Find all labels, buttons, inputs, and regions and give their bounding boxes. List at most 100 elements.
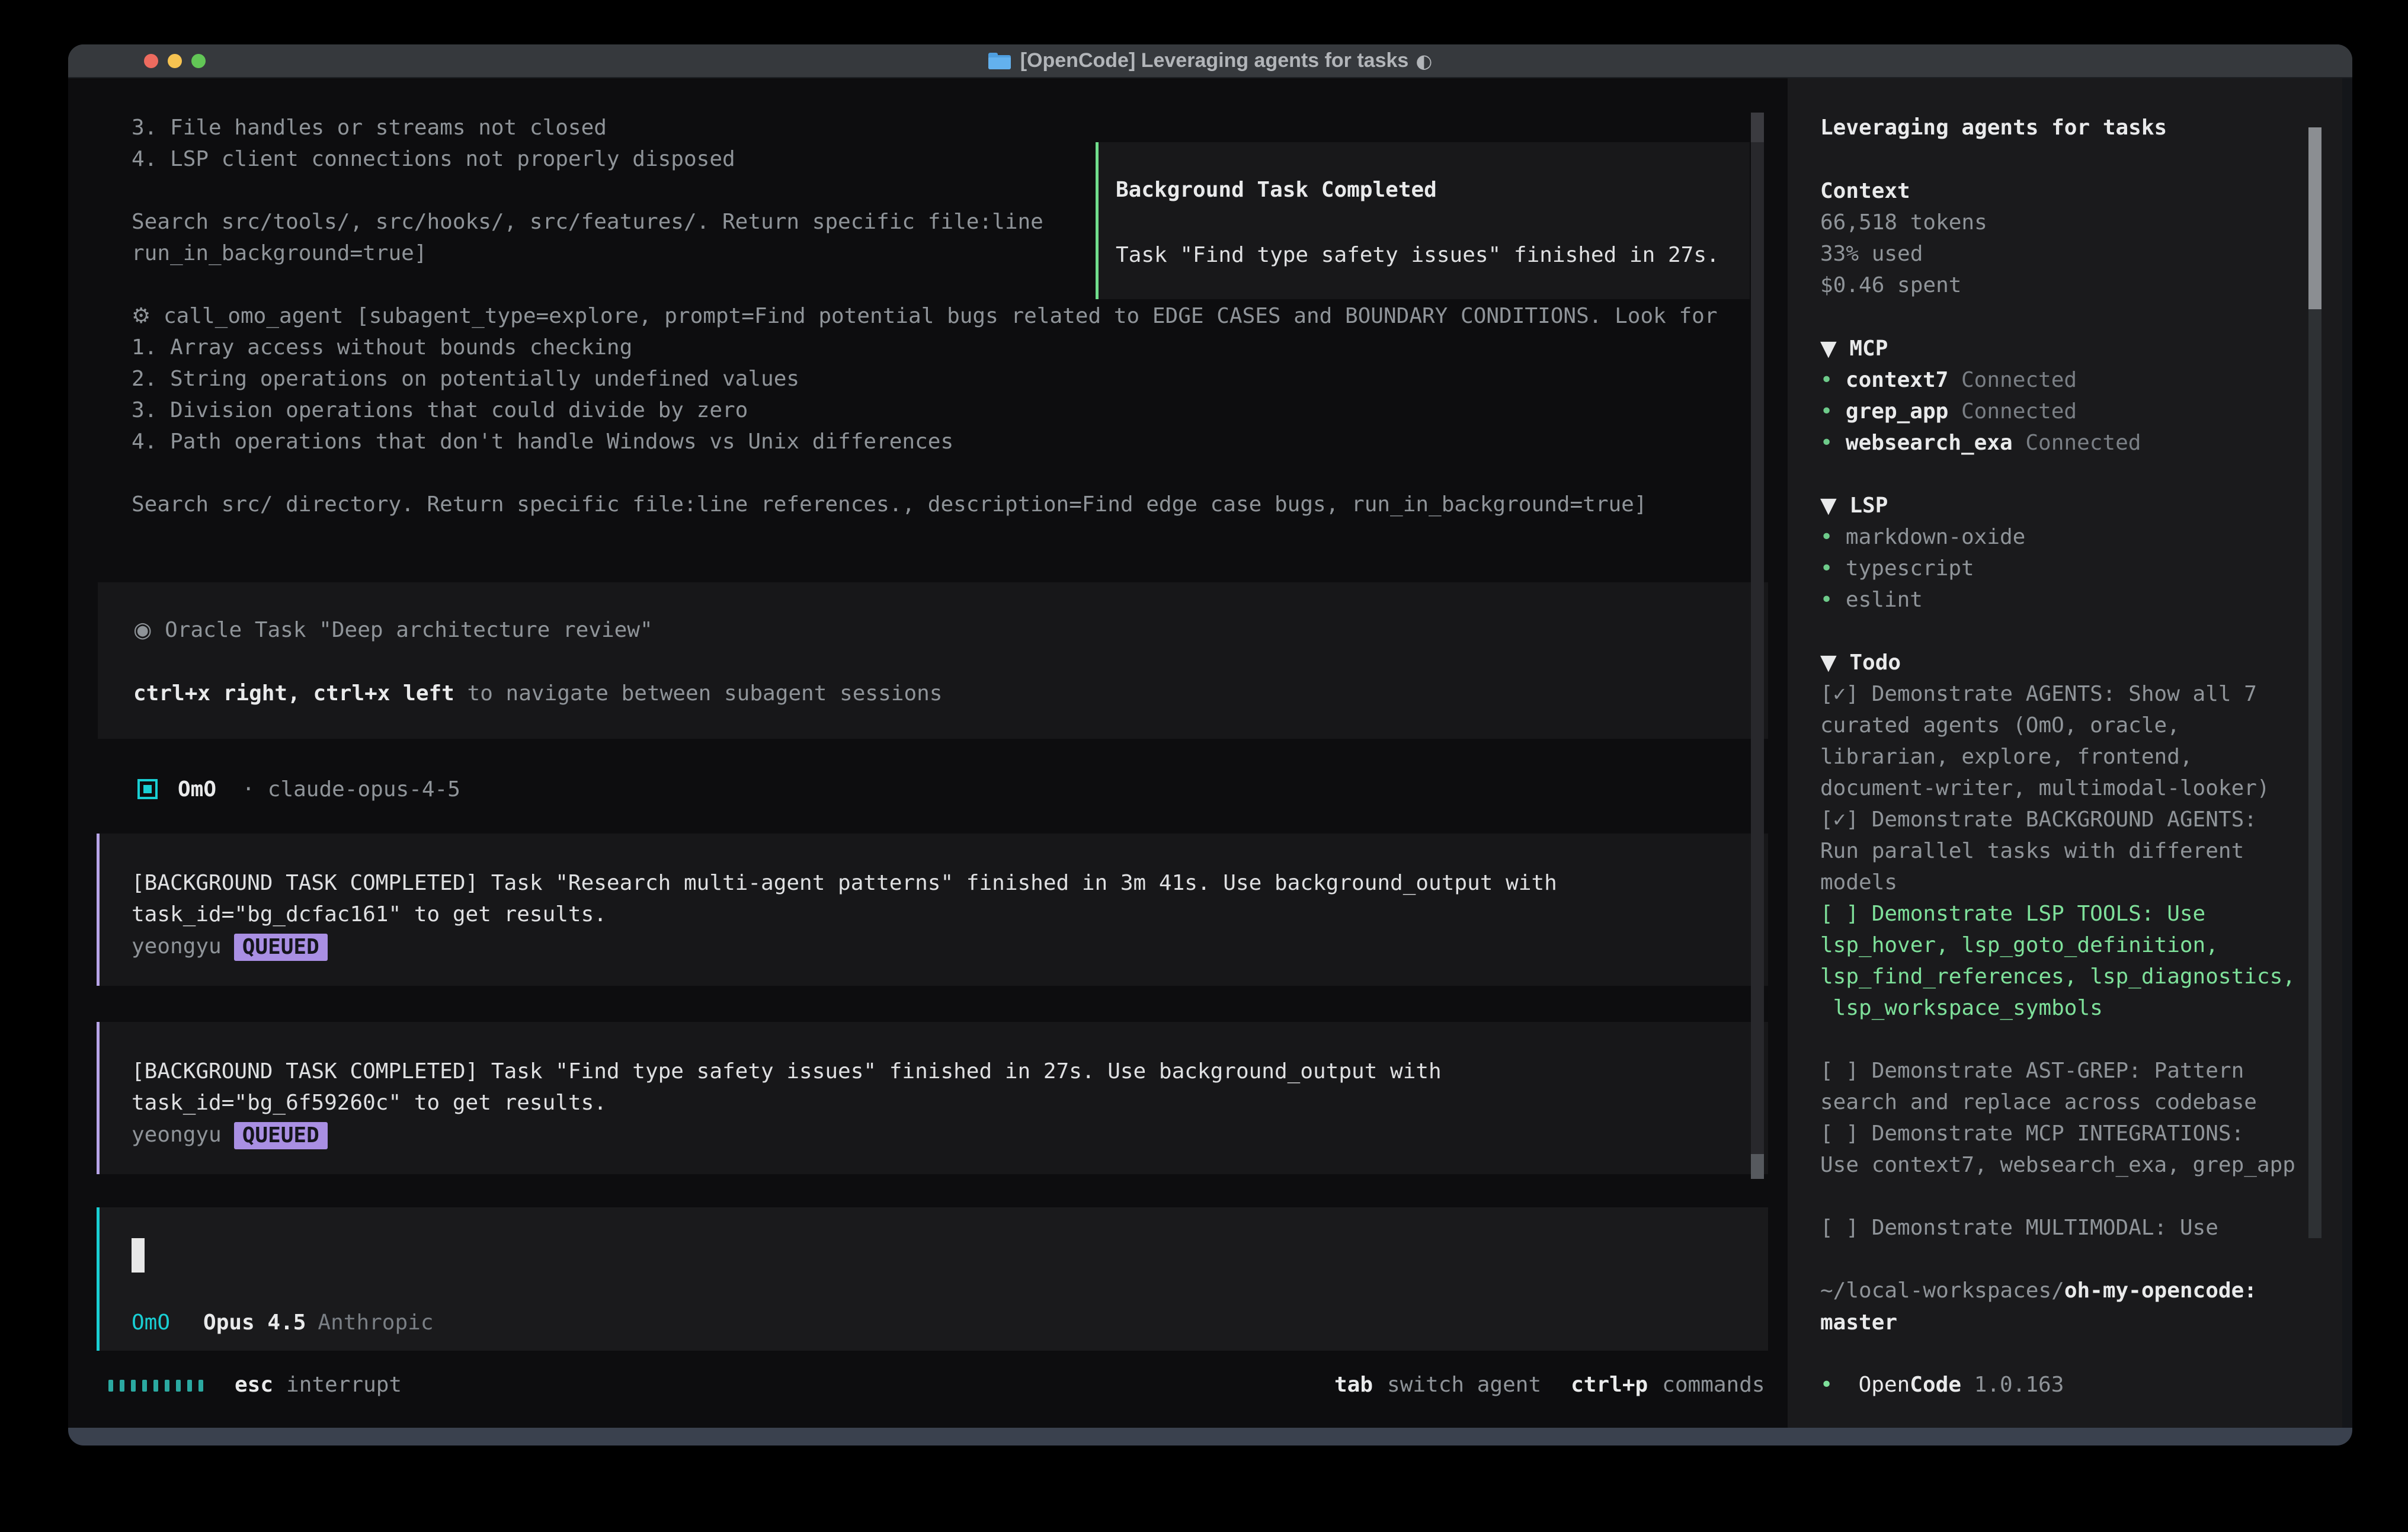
tool-call-line: ⚙ call_omo_agent [subagent_type=explore,… xyxy=(132,300,1718,332)
chevron-down-icon: ▼ xyxy=(1820,493,1837,518)
switch-agent-label: switch agent xyxy=(1387,1373,1541,1397)
task2-line1: [BACKGROUND TASK COMPLETED] Task "Find t… xyxy=(132,1056,1442,1087)
mcp-item: • grep_app Connected xyxy=(1820,396,2077,427)
todo-item-line: models xyxy=(1820,867,1897,898)
todo-item-line: [ ] Demonstrate AST-GREP: Pattern xyxy=(1820,1055,2244,1086)
todo-item-line: lsp_find_references, lsp_diagnostics, xyxy=(1820,961,2295,992)
model-status-line: OmOOpus 4.5Anthropic xyxy=(132,1307,434,1338)
interrupt-label: interrupt xyxy=(286,1373,402,1397)
chat-scrollbar-thumb[interactable] xyxy=(1751,1154,1764,1179)
chat-text-line: Search src/tools/, src/hooks/, src/featu… xyxy=(132,206,1043,238)
tool-call-text: call_omo_agent [subagent_type=explore, p… xyxy=(164,304,1718,328)
lsp-section-header[interactable]: ▼ LSP xyxy=(1820,490,1888,521)
spinner-dot xyxy=(153,1380,158,1392)
lsp-server-name: typescript xyxy=(1846,556,1974,581)
gear-icon: ⚙ xyxy=(132,304,150,328)
title-bar[interactable]: [OpenCode] Leveraging agents for tasks ◐ xyxy=(68,44,2352,78)
mcp-server-status: Connected xyxy=(2025,431,2141,455)
status-badge: QUEUED xyxy=(234,934,328,961)
spinner-dot xyxy=(142,1380,147,1392)
bullet-icon: • xyxy=(1820,399,1833,424)
lsp-item: • typescript xyxy=(1820,553,1974,584)
chat-bug-line: 3. Division operations that could divide… xyxy=(132,395,748,426)
chat-text-line: 4. LSP client connections not properly d… xyxy=(132,143,735,175)
chat-bug-line: 1. Array access without bounds checking xyxy=(132,332,632,363)
path-prefix: ~/local-workspaces/ xyxy=(1820,1278,2064,1303)
todo-item-line: Use context7, websearch_exa, grep_app xyxy=(1820,1149,2295,1181)
spinner-dot xyxy=(198,1380,203,1392)
notification-title: Background Task Completed xyxy=(1116,174,1437,206)
todo-item-line: [✓] Demonstrate AGENTS: Show all 7 xyxy=(1820,678,2257,710)
sidebar-scrollbar-thumb[interactable] xyxy=(2308,127,2321,309)
mcp-section-header[interactable]: ▼ MCP xyxy=(1820,333,1888,364)
lsp-item: • markdown-oxide xyxy=(1820,521,2025,553)
commands-label: commands xyxy=(1662,1373,1765,1397)
ctrlp-key-hint: ctrl+p xyxy=(1571,1373,1648,1397)
lsp-server-name: markdown-oxide xyxy=(1846,525,2025,549)
todo-section-header[interactable]: ▼ Todo xyxy=(1820,647,1901,678)
notification-toast: Background Task Completed Task "Find typ… xyxy=(1096,142,1750,299)
todo-item-line: curated agents (OmO, oracle, xyxy=(1820,710,2180,741)
zoom-button[interactable] xyxy=(191,54,206,68)
todo-header-label: Todo xyxy=(1849,650,1901,675)
agent-name: OmO xyxy=(178,777,216,802)
mcp-item: • websearch_exa Connected xyxy=(1820,427,2141,459)
chevron-down-icon: ▼ xyxy=(1820,336,1837,361)
context-tokens: 66,518 tokens xyxy=(1820,207,1987,238)
task1-line2: task_id="bg_dcfac161" to get results. xyxy=(132,899,607,930)
bullet-icon: • xyxy=(1820,525,1833,549)
mcp-server-name: grep_app xyxy=(1846,399,1948,424)
bullet-icon: • xyxy=(1820,1373,1833,1397)
text-cursor xyxy=(132,1238,145,1273)
oracle-icon: ◉ xyxy=(133,618,152,642)
mcp-header-label: MCP xyxy=(1849,336,1888,361)
lsp-item: • eslint xyxy=(1820,584,1923,616)
context-used: 33% used xyxy=(1820,238,1923,270)
spinner-dot xyxy=(120,1380,124,1392)
bullet-icon: • xyxy=(1820,556,1833,581)
todo-item-line: search and replace across codebase xyxy=(1820,1086,2257,1118)
spinner-dot xyxy=(165,1380,169,1392)
esc-key-hint: esc xyxy=(235,1373,273,1397)
todo-item-line: [✓] Demonstrate BACKGROUND AGENTS: xyxy=(1820,804,2257,835)
active-agent: OmO xyxy=(132,1310,170,1335)
spinner-dot xyxy=(108,1380,113,1392)
app-name-b: Code xyxy=(1910,1373,1961,1397)
task2-meta: yeongyuQUEUED xyxy=(132,1119,328,1150)
chat-text-line: run_in_background=true] xyxy=(132,238,427,269)
todo-item-line: document-writer, multimodal-looker) xyxy=(1820,773,2270,804)
omo-agent-icon xyxy=(137,779,158,799)
progress-spinner xyxy=(108,1373,210,1397)
context-spent: $0.46 spent xyxy=(1820,270,1961,301)
search-line: Search src/ directory. Return specific f… xyxy=(132,489,1647,520)
todo-item-line: [ ] Demonstrate MCP INTEGRATIONS: xyxy=(1820,1118,2244,1149)
task1-line1: [BACKGROUND TASK COMPLETED] Task "Resear… xyxy=(132,867,1557,899)
git-branch: master xyxy=(1820,1307,1897,1338)
hint-key-right: ctrl+x right, xyxy=(133,681,300,706)
session-title: Leveraging agents for tasks xyxy=(1820,112,2167,143)
todo-item-line: librarian, explore, frontend, xyxy=(1820,741,2193,773)
prompt-input[interactable]: OmOOpus 4.5Anthropic xyxy=(97,1207,1768,1351)
task1-meta: yeongyu QUEUED xyxy=(132,931,328,962)
spinner-dot xyxy=(131,1380,136,1392)
close-button[interactable] xyxy=(144,54,158,68)
hint-key-left: ctrl+x left xyxy=(300,681,454,706)
notification-body: Task "Find type safety issues" finished … xyxy=(1116,239,1719,271)
oracle-task-box: ◉ Oracle Task "Deep architecture review"… xyxy=(98,582,1768,739)
todo-item-line: lsp_workspace_symbols xyxy=(1820,992,2103,1024)
chat-text-line: 3. File handles or streams not closed xyxy=(132,112,607,143)
chat-scrollbar-cap[interactable] xyxy=(1751,113,1764,142)
todo-item-line: Run parallel tasks with different xyxy=(1820,835,2244,867)
mcp-server-name: context7 xyxy=(1846,368,1948,392)
context-header: Context xyxy=(1820,175,1910,207)
oracle-task-line: ◉ Oracle Task "Deep architecture review" xyxy=(133,614,653,646)
separator-dot: · xyxy=(242,777,255,802)
user-name: yeongyu xyxy=(132,934,222,959)
model-provider: Anthropic xyxy=(318,1310,433,1335)
subagent-nav-hint: ctrl+x right, ctrl+x left to navigate be… xyxy=(133,678,942,709)
task2-line2: task_id="bg_6f59260c" to get results. xyxy=(132,1087,607,1118)
window-title: [OpenCode] Leveraging agents for tasks xyxy=(1020,49,1409,72)
mcp-server-status: Connected xyxy=(1961,368,2077,392)
minimize-button[interactable] xyxy=(168,54,182,68)
chat-scrollbar-track[interactable] xyxy=(1751,113,1764,1179)
